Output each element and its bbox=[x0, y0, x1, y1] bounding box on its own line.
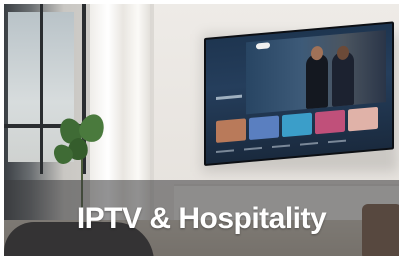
tv-thumbnail bbox=[216, 118, 246, 143]
tv-nav-item bbox=[300, 142, 318, 146]
tv-nav-bar bbox=[216, 139, 346, 153]
tv-nav-item bbox=[216, 149, 234, 153]
tv-thumbnail bbox=[282, 112, 312, 138]
tv-thumbnail bbox=[348, 106, 378, 132]
tv-subtitle-bar bbox=[216, 94, 242, 100]
tv-nav-item bbox=[272, 144, 290, 149]
window-mullion-vertical bbox=[40, 4, 43, 174]
tv-thumbnail bbox=[315, 109, 345, 135]
card-caption: IPTV & Hospitality bbox=[76, 202, 327, 235]
tv-thumbnail-row bbox=[216, 106, 378, 143]
tv-nav-item bbox=[328, 139, 346, 144]
tv-icon bbox=[204, 21, 394, 167]
tv-screen bbox=[206, 23, 392, 164]
tv-thumbnail bbox=[249, 115, 279, 141]
hero-figure bbox=[306, 53, 328, 110]
tv-nav-item bbox=[244, 146, 262, 151]
iptv-hospitality-card[interactable]: IPTV & Hospitality bbox=[4, 4, 399, 256]
